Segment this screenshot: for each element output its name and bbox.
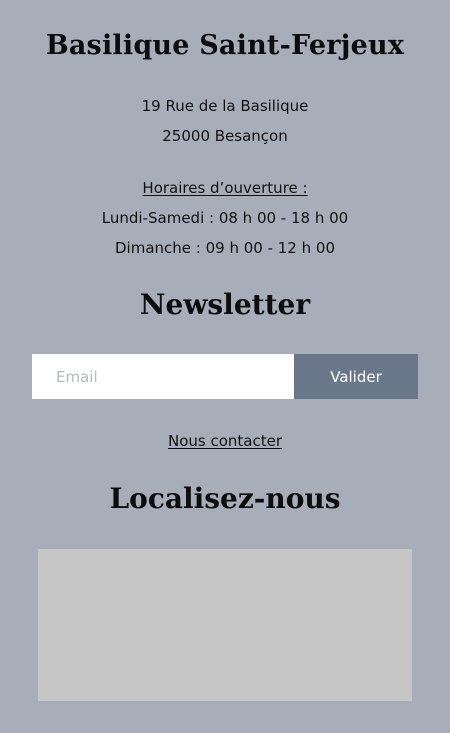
opening-hours-title: Horaires d’ouverture :	[142, 179, 308, 197]
map-placeholder[interactable]	[38, 549, 412, 701]
venue-name: Basilique Saint-Ferjeux	[45, 30, 405, 61]
address-line-1: 19 Rue de la Basilique	[141, 97, 309, 115]
hours-sunday: Dimanche : 09 h 00 - 12 h 00	[115, 239, 335, 257]
contact-link[interactable]: Nous contacter	[0, 432, 450, 450]
submit-button[interactable]: Valider	[294, 354, 418, 399]
newsletter-title: Newsletter	[139, 288, 311, 321]
address-line-2: 25000 Besançon	[162, 127, 288, 145]
email-input[interactable]	[32, 354, 294, 399]
site-footer: Basilique Saint-Ferjeux 19 Rue de la Bas…	[0, 0, 450, 733]
newsletter-form: Valider	[32, 354, 418, 399]
hours-weekdays: Lundi-Samedi : 08 h 00 - 18 h 00	[101, 209, 349, 227]
location-title: Localisez-nous	[109, 482, 341, 515]
